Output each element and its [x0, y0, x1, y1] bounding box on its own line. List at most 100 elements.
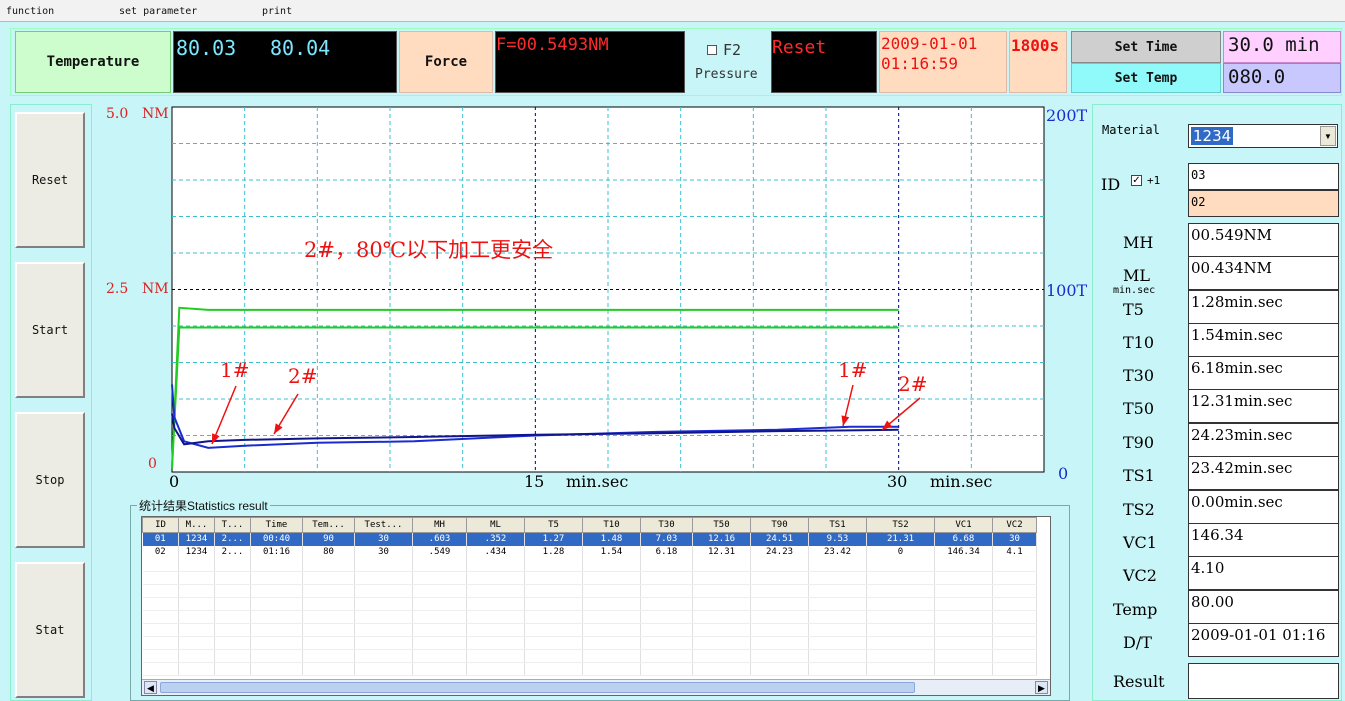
id-input-next[interactable]: 03 [1188, 163, 1339, 190]
set-time-value[interactable]: 30.0 min [1223, 31, 1341, 63]
field-value-temp: 80.00 [1188, 590, 1339, 624]
table-cell: .434 [466, 545, 525, 559]
scroll-thumb[interactable] [160, 682, 915, 693]
table-row[interactable]: 02 1234 2... 01:16 80 30.549.434 1.28 1.54 6.18 1… [142, 545, 1037, 559]
scroll-left-arrow-icon[interactable]: ◀ [144, 681, 157, 694]
start-button[interactable]: Start [15, 262, 85, 398]
x-tick-0: 0 [169, 472, 180, 491]
column-header[interactable]: MH [412, 517, 467, 533]
table-cell: 01:16 [250, 545, 303, 559]
column-header[interactable]: T50 [692, 517, 751, 533]
stat-button[interactable]: Stat [15, 562, 85, 698]
field-value-ml: 00.434NM [1188, 256, 1339, 290]
set-time-button[interactable]: Set Time [1071, 31, 1221, 63]
x-unit-2: min.sec [930, 472, 993, 491]
material-value: 1234 [1191, 127, 1234, 145]
column-header[interactable]: VC1 [934, 517, 993, 533]
menu-set-parameter[interactable]: set parameter [119, 6, 197, 17]
table-cell: 02 [142, 545, 179, 559]
column-header[interactable]: VC2 [992, 517, 1037, 533]
table-cell: 01 [142, 532, 179, 546]
table-cell: .603 [412, 532, 467, 546]
id-plus-label: +1 [1147, 174, 1161, 187]
statistics-table: ID M... T... Time Tem... Test... MH ML T5 T10 T30 T… [142, 517, 1037, 676]
column-header[interactable]: T5 [524, 517, 583, 533]
field-value-t5: 1.28min.sec [1188, 290, 1339, 324]
field-label-temp: Temp [1113, 600, 1158, 619]
results-panel: Material 1234 ▼ ID ✓ +1 03 02 MH 00.549NM… [1092, 104, 1342, 701]
id-input-current[interactable]: 02 [1188, 190, 1339, 217]
field-value-vc2: 4.10 [1188, 556, 1339, 590]
rheometer-chart: 5.0 NM 2.5 NM 0 200T 100T 0 0 15 min.sec… [98, 104, 1088, 496]
stop-button[interactable]: Stop [15, 412, 85, 548]
id-plus-checkbox-icon[interactable]: ✓ [1131, 175, 1142, 186]
y-right-tick-zero: 0 [1058, 464, 1069, 483]
field-value-vc1: 146.34 [1188, 523, 1339, 557]
table-cell: 2... [214, 532, 251, 546]
f2-pressure-group: F2 Pressure [689, 31, 769, 93]
statistics-table-container[interactable]: ID M... T... Time Tem... Test... MH ML T5 T10 T30 T… [141, 516, 1051, 696]
field-label-t50: T50 [1123, 399, 1155, 418]
menu-function[interactable]: function [6, 6, 54, 17]
time-value: 01:16:59 [881, 54, 959, 73]
table-row-empty [142, 597, 1037, 611]
column-header[interactable]: Time [250, 517, 303, 533]
table-cell: 00:40 [250, 532, 303, 546]
table-cell: 30 [992, 532, 1037, 546]
datetime-display: 2009-01-01 01:16:59 [879, 31, 1007, 93]
material-label: Material [1102, 123, 1160, 137]
column-header[interactable]: Tem... [302, 517, 355, 533]
f2-label: F2 [723, 41, 742, 59]
chevron-down-icon[interactable]: ▼ [1320, 126, 1336, 146]
column-header[interactable]: TS2 [866, 517, 935, 533]
y-right-tick-top: 200T [1046, 106, 1088, 125]
table-cell: 146.34 [934, 545, 993, 559]
column-header[interactable]: ID [142, 517, 179, 533]
statistics-title: 统计结果Statistics result [137, 497, 270, 514]
menu-print[interactable]: print [262, 6, 292, 17]
column-header[interactable]: Test... [354, 517, 413, 533]
scroll-right-arrow-icon[interactable]: ▶ [1035, 681, 1048, 694]
set-temp-value[interactable]: 080.0 [1223, 63, 1341, 93]
y-left-tick-top: 5.0 [106, 106, 129, 122]
column-header[interactable]: T... [214, 517, 251, 533]
table-cell: 0 [866, 545, 935, 559]
column-header[interactable]: M... [178, 517, 215, 533]
field-label-mh: MH [1123, 233, 1154, 252]
top-status-strip: Temperature 80.03 80.04 Force F=00.5493N… [10, 28, 1342, 96]
material-select[interactable]: 1234 ▼ [1188, 124, 1338, 148]
table-row-empty [142, 571, 1037, 585]
table-row-empty [142, 558, 1037, 572]
set-temp-button[interactable]: Set Temp [1071, 63, 1221, 93]
field-label-ts2: TS2 [1123, 500, 1155, 519]
table-row-empty [142, 636, 1037, 650]
table-row-empty [142, 662, 1037, 676]
statistics-header-row: ID M... T... Time Tem... Test... MH ML T5 T10 T30 T… [142, 517, 1037, 533]
result-box [1188, 663, 1339, 699]
reset-display-button[interactable]: Reset [771, 31, 877, 93]
reset-button[interactable]: Reset [15, 112, 85, 248]
column-header[interactable]: ML [466, 517, 525, 533]
field-label-t90: T90 [1123, 433, 1155, 452]
column-header[interactable]: TS1 [808, 517, 867, 533]
horizontal-scrollbar[interactable]: ◀ ▶ [142, 679, 1050, 695]
date-value: 2009-01-01 [881, 34, 978, 53]
column-header[interactable]: T30 [640, 517, 693, 533]
table-cell: 12.31 [692, 545, 751, 559]
result-label: Result [1113, 672, 1165, 691]
f2-checkbox[interactable] [707, 45, 717, 55]
table-row[interactable]: 01 1234 2... 00:40 90 30.603.352 1.27 1.48 7.03 1… [142, 532, 1037, 546]
table-row-empty [142, 623, 1037, 637]
column-header[interactable]: T10 [582, 517, 641, 533]
chart-annotation: 2#，80℃以下加工更安全 [304, 238, 554, 262]
menu-bar: function set parameter print [0, 0, 1345, 22]
temperature-value-1: 80.03 [176, 36, 237, 60]
table-cell: 24.51 [750, 532, 809, 546]
field-label-vc2: VC2 [1123, 566, 1157, 585]
y-left-unit-mid: NM [142, 281, 169, 297]
table-row-empty [142, 649, 1037, 663]
temperature-value-2: 80.04 [270, 36, 331, 60]
pressure-label: Pressure [695, 67, 758, 82]
column-header[interactable]: T90 [750, 517, 809, 533]
table-cell: 1234 [178, 545, 215, 559]
